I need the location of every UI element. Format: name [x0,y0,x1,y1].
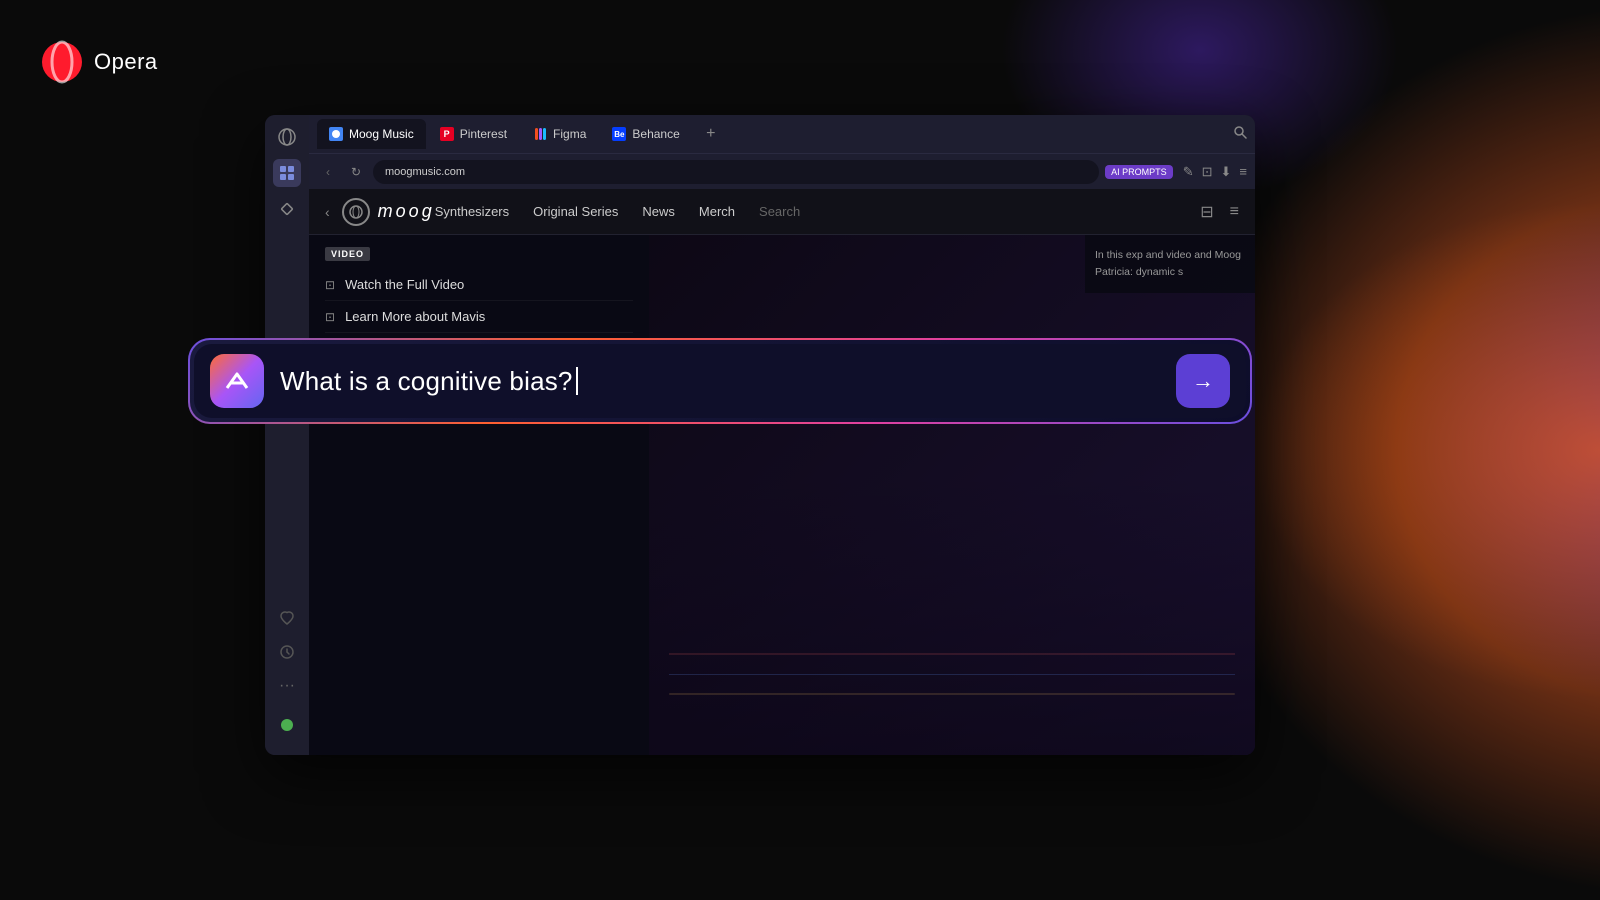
figma-dots [535,128,546,140]
toolbar-edit-icon[interactable]: ✎ [1183,164,1194,180]
synth-fade [649,475,1255,755]
aria-logo-icon [222,366,252,396]
toolbar-icons: ✎ ⊡ ⬇ ≡ [1183,164,1247,180]
sidebar-opera-icon [278,128,296,146]
video-badge-left: VIDEO [325,247,370,261]
behance-favicon: Be [612,127,626,141]
back-button[interactable]: ‹ [317,161,339,183]
menu-item-2[interactable]: ⊡ Learn More about Mavis [325,301,633,333]
moog-favicon-icon [331,129,341,139]
ai-search-input-area[interactable]: What is a cognitive bias? [280,366,1160,397]
toolbar-download-icon[interactable]: ⬇ [1221,164,1232,180]
synth-strip-2 [669,674,1235,675]
opera-icon [40,40,84,84]
heart-icon [279,611,295,627]
website-right-panel: VIDEO [649,235,1255,755]
moog-wordmark: moog [378,201,435,222]
side-text: In this exp and video and Moog Patricia:… [1095,249,1241,278]
moog-logo-icon [342,198,370,226]
synth-visual [649,475,1255,755]
toolbar-camera-icon[interactable]: ⊡ [1202,164,1213,180]
address-bar: ‹ ↻ moogmusic.com AI PROMPTS ✎ ⊡ ⬇ ≡ [309,153,1255,189]
aria-icon [210,354,264,408]
tab-pinterest-label: Pinterest [460,127,507,141]
website-left-panel: VIDEO ⊡ Watch the Full Video ⊡ Learn Mor… [309,235,649,755]
hamburger-menu-icon[interactable]: ≡ [1230,203,1239,221]
sidebar-icon-circle[interactable] [273,123,301,151]
synth-strip-1 [669,693,1235,695]
tab-add-button[interactable]: + [698,121,724,147]
right-text-panel: In this exp and video and Moog Patricia:… [1085,235,1255,293]
text-cursor [576,367,578,395]
figma-dot-2 [539,128,542,140]
sidebar-more-icon[interactable]: ··· [279,677,295,695]
submit-arrow-icon: → [1192,368,1214,394]
moog-nav-links: Synthesizers Original Series News Merch … [435,204,1201,219]
figma-dot-1 [535,128,538,140]
tab-bar: Moog Music P Pinterest Figma [309,115,1255,153]
tab-figma-label: Figma [553,127,586,141]
apps-grid-icon [279,165,295,181]
moog-favicon [329,127,343,141]
nav-news[interactable]: News [642,204,675,219]
cart-icon[interactable]: ⊟ [1200,202,1213,222]
sidebar-icon-apps[interactable] [273,159,301,187]
figma-dot-3 [543,128,546,140]
tab-behance[interactable]: Be Behance [600,119,691,149]
opera-logo: Opera [40,40,158,84]
tab-behance-label: Behance [632,127,679,141]
sidebar-heart-icon[interactable] [279,611,295,630]
sidebar-status-green [281,719,293,731]
pinterest-favicon: P [440,127,454,141]
moog-nav: ‹ moog Synthesizers Original Series News… [309,189,1255,235]
nav-synthesizers[interactable]: Synthesizers [435,204,509,219]
menu-item-label-2: Learn More about Mavis [345,309,485,324]
menu-item-1[interactable]: ⊡ Watch the Full Video [325,269,633,301]
refresh-button[interactable]: ↻ [345,161,367,183]
tab-moog-music[interactable]: Moog Music [317,119,426,149]
ai-prompts-button[interactable]: AI PROMPTS [1105,165,1173,179]
moog-nav-right: ⊟ ≡ [1200,202,1239,222]
tab-search-icon[interactable] [1233,125,1247,144]
moog-logo: moog [342,198,435,226]
tab-pinterest[interactable]: P Pinterest [428,119,519,149]
moog-back-button[interactable]: ‹ [325,204,330,220]
sidebar-icon-diamond[interactable] [273,195,301,223]
tab-figma[interactable]: Figma [521,119,598,149]
moog-circle-icon [348,204,364,220]
website-body: VIDEO ⊡ Watch the Full Video ⊡ Learn Mor… [309,235,1255,755]
clock-icon [279,644,295,660]
opera-text-label: Opera [94,49,158,75]
tab-moog-label: Moog Music [349,127,414,141]
browser-window: ··· Moog Music P Pinterest [265,115,1255,755]
nav-original-series[interactable]: Original Series [533,204,618,219]
search-icon [1233,125,1247,139]
url-bar[interactable]: moogmusic.com [373,160,1099,184]
ai-search-text: What is a cognitive bias? [280,366,573,397]
sidebar-clock-icon[interactable] [279,644,295,663]
nav-merch[interactable]: Merch [699,204,735,219]
synth-background [649,235,1255,755]
toolbar-menu-icon[interactable]: ≡ [1239,164,1247,180]
sidebar-bottom: ··· [279,611,295,755]
nav-search[interactable]: Search [759,204,800,219]
ai-search-container: What is a cognitive bias? → [190,340,1250,422]
url-text: moogmusic.com [385,166,465,178]
menu-item-icon-2: ⊡ [325,310,335,324]
figma-favicon [533,127,547,141]
ai-search-inner: What is a cognitive bias? → [194,344,1246,418]
website-content: ‹ moog Synthesizers Original Series News… [309,189,1255,755]
diamond-icon [280,202,294,216]
browser-content: Moog Music P Pinterest Figma [309,115,1255,755]
ai-search-submit-button[interactable]: → [1176,354,1230,408]
browser-sidebar: ··· [265,115,309,755]
menu-item-icon-1: ⊡ [325,278,335,292]
menu-item-label-1: Watch the Full Video [345,277,464,292]
synth-strip-3 [669,653,1235,655]
bg-glow-orange [1250,200,1600,700]
ai-search-overlay: What is a cognitive bias? → [190,340,1250,422]
